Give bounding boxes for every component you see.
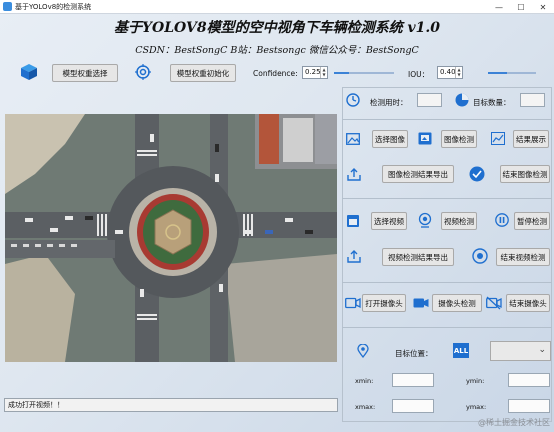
- ymin-field: [508, 373, 550, 387]
- chevron-down-icon: ⌄: [538, 345, 546, 355]
- close-camera-button[interactable]: 结束摄像头: [506, 294, 550, 312]
- confidence-label: Confidence:: [253, 69, 298, 78]
- xmin-field: [392, 373, 434, 387]
- check-circle-icon: [469, 166, 485, 182]
- app-icon: [3, 2, 12, 11]
- iou-slider-fill: [488, 72, 508, 74]
- pause-icon: [495, 213, 509, 227]
- chart-icon: [491, 132, 505, 145]
- spin-arrows-icon[interactable]: ▲ ▼: [455, 67, 462, 78]
- video-camera-icon: [413, 298, 429, 308]
- status-bar: 成功打开视频！！: [4, 398, 338, 412]
- status-message: 成功打开视频！！: [8, 401, 64, 409]
- iou-value: 0.40: [440, 68, 456, 76]
- select-video-button[interactable]: 选择视频: [371, 212, 407, 230]
- detect-image-button[interactable]: 图像检测: [441, 130, 477, 148]
- spin-arrows-icon[interactable]: ▲ ▼: [320, 67, 327, 78]
- count-value-field: [520, 93, 545, 107]
- image-icon: [346, 133, 360, 145]
- minimize-button[interactable]: —: [488, 0, 510, 14]
- window-titlebar: 基于YOLOv8的检测系统 — ☐ ✕: [0, 0, 554, 14]
- ymin-label: ymin:: [466, 377, 485, 385]
- video-display: [5, 114, 337, 362]
- divider: [342, 282, 552, 283]
- stop-video-button[interactable]: 结束视频检测: [496, 248, 550, 266]
- image-detect-icon: [418, 132, 432, 145]
- xmax-field: [392, 399, 434, 413]
- stop-circle-icon: [472, 248, 488, 264]
- cube-icon: [21, 64, 37, 80]
- page-title: 基于YOLOV8模型的空中视角下车辆检测系统 v1.0: [114, 20, 440, 36]
- init-weights-button[interactable]: 模型权重初始化: [170, 64, 236, 82]
- select-image-button[interactable]: 选择图像: [372, 130, 408, 148]
- iou-label: IOU：: [408, 70, 430, 79]
- camera-detect-button[interactable]: 摄像头检测: [432, 294, 482, 312]
- iou-spinbox[interactable]: 0.40 ▲ ▼: [437, 66, 463, 79]
- aerial-roundabout-image: [5, 114, 337, 362]
- export-video-button[interactable]: 视频检测结果导出: [382, 248, 454, 266]
- stop-image-button[interactable]: 结束图像检测: [500, 165, 550, 183]
- open-camera-button[interactable]: 打开摄像头: [362, 294, 406, 312]
- show-result-button[interactable]: 结果展示: [513, 130, 549, 148]
- location-pin-icon: [357, 344, 369, 358]
- divider: [342, 327, 552, 328]
- export-image-button[interactable]: 图像检测结果导出: [382, 165, 454, 183]
- divider: [342, 198, 552, 199]
- xmax-label: xmax:: [355, 403, 376, 411]
- ymax-field: [508, 399, 550, 413]
- all-icon: ALL: [453, 343, 469, 358]
- window-title: 基于YOLOv8的检测系统: [15, 2, 92, 11]
- time-value-field: [417, 93, 442, 107]
- confidence-slider[interactable]: [334, 72, 394, 74]
- select-weights-button[interactable]: 模型权重选择: [52, 64, 118, 82]
- xmin-label: xmin:: [355, 377, 374, 385]
- ymax-label: ymax:: [466, 403, 487, 411]
- window-controls: — ☐ ✕: [488, 0, 554, 14]
- upload-icon: [347, 250, 361, 263]
- confidence-slider-fill: [334, 72, 349, 74]
- clock-icon: [346, 93, 360, 107]
- confidence-spinbox[interactable]: 0.25 ▲ ▼: [302, 66, 328, 79]
- target-icon: [135, 64, 151, 80]
- pie-chart-icon: [455, 93, 469, 107]
- divider: [342, 119, 552, 120]
- camera-off-icon: [486, 296, 502, 310]
- position-label: 目标位置：: [395, 349, 433, 358]
- all-icon-text: ALL: [453, 346, 469, 355]
- page-subtitle: CSDN：BestSongC B站：Bestsongc 微信公众号：BestSo…: [135, 45, 419, 56]
- pause-detect-button[interactable]: 暂停检测: [514, 212, 550, 230]
- webcam-icon: [418, 212, 432, 228]
- confidence-value: 0.25: [305, 68, 321, 76]
- target-select[interactable]: ⌄: [490, 341, 551, 361]
- maximize-button[interactable]: ☐: [510, 0, 532, 14]
- camera-icon: [345, 297, 361, 309]
- upload-icon: [347, 168, 361, 181]
- watermark: @稀土掘金技术社区: [478, 418, 550, 427]
- video-file-icon: [347, 215, 359, 227]
- close-button[interactable]: ✕: [532, 0, 554, 14]
- iou-slider[interactable]: [488, 72, 536, 74]
- detect-video-button[interactable]: 视频检测: [441, 212, 477, 230]
- time-label: 检测用时：: [370, 98, 408, 107]
- count-label: 目标数量：: [473, 98, 511, 107]
